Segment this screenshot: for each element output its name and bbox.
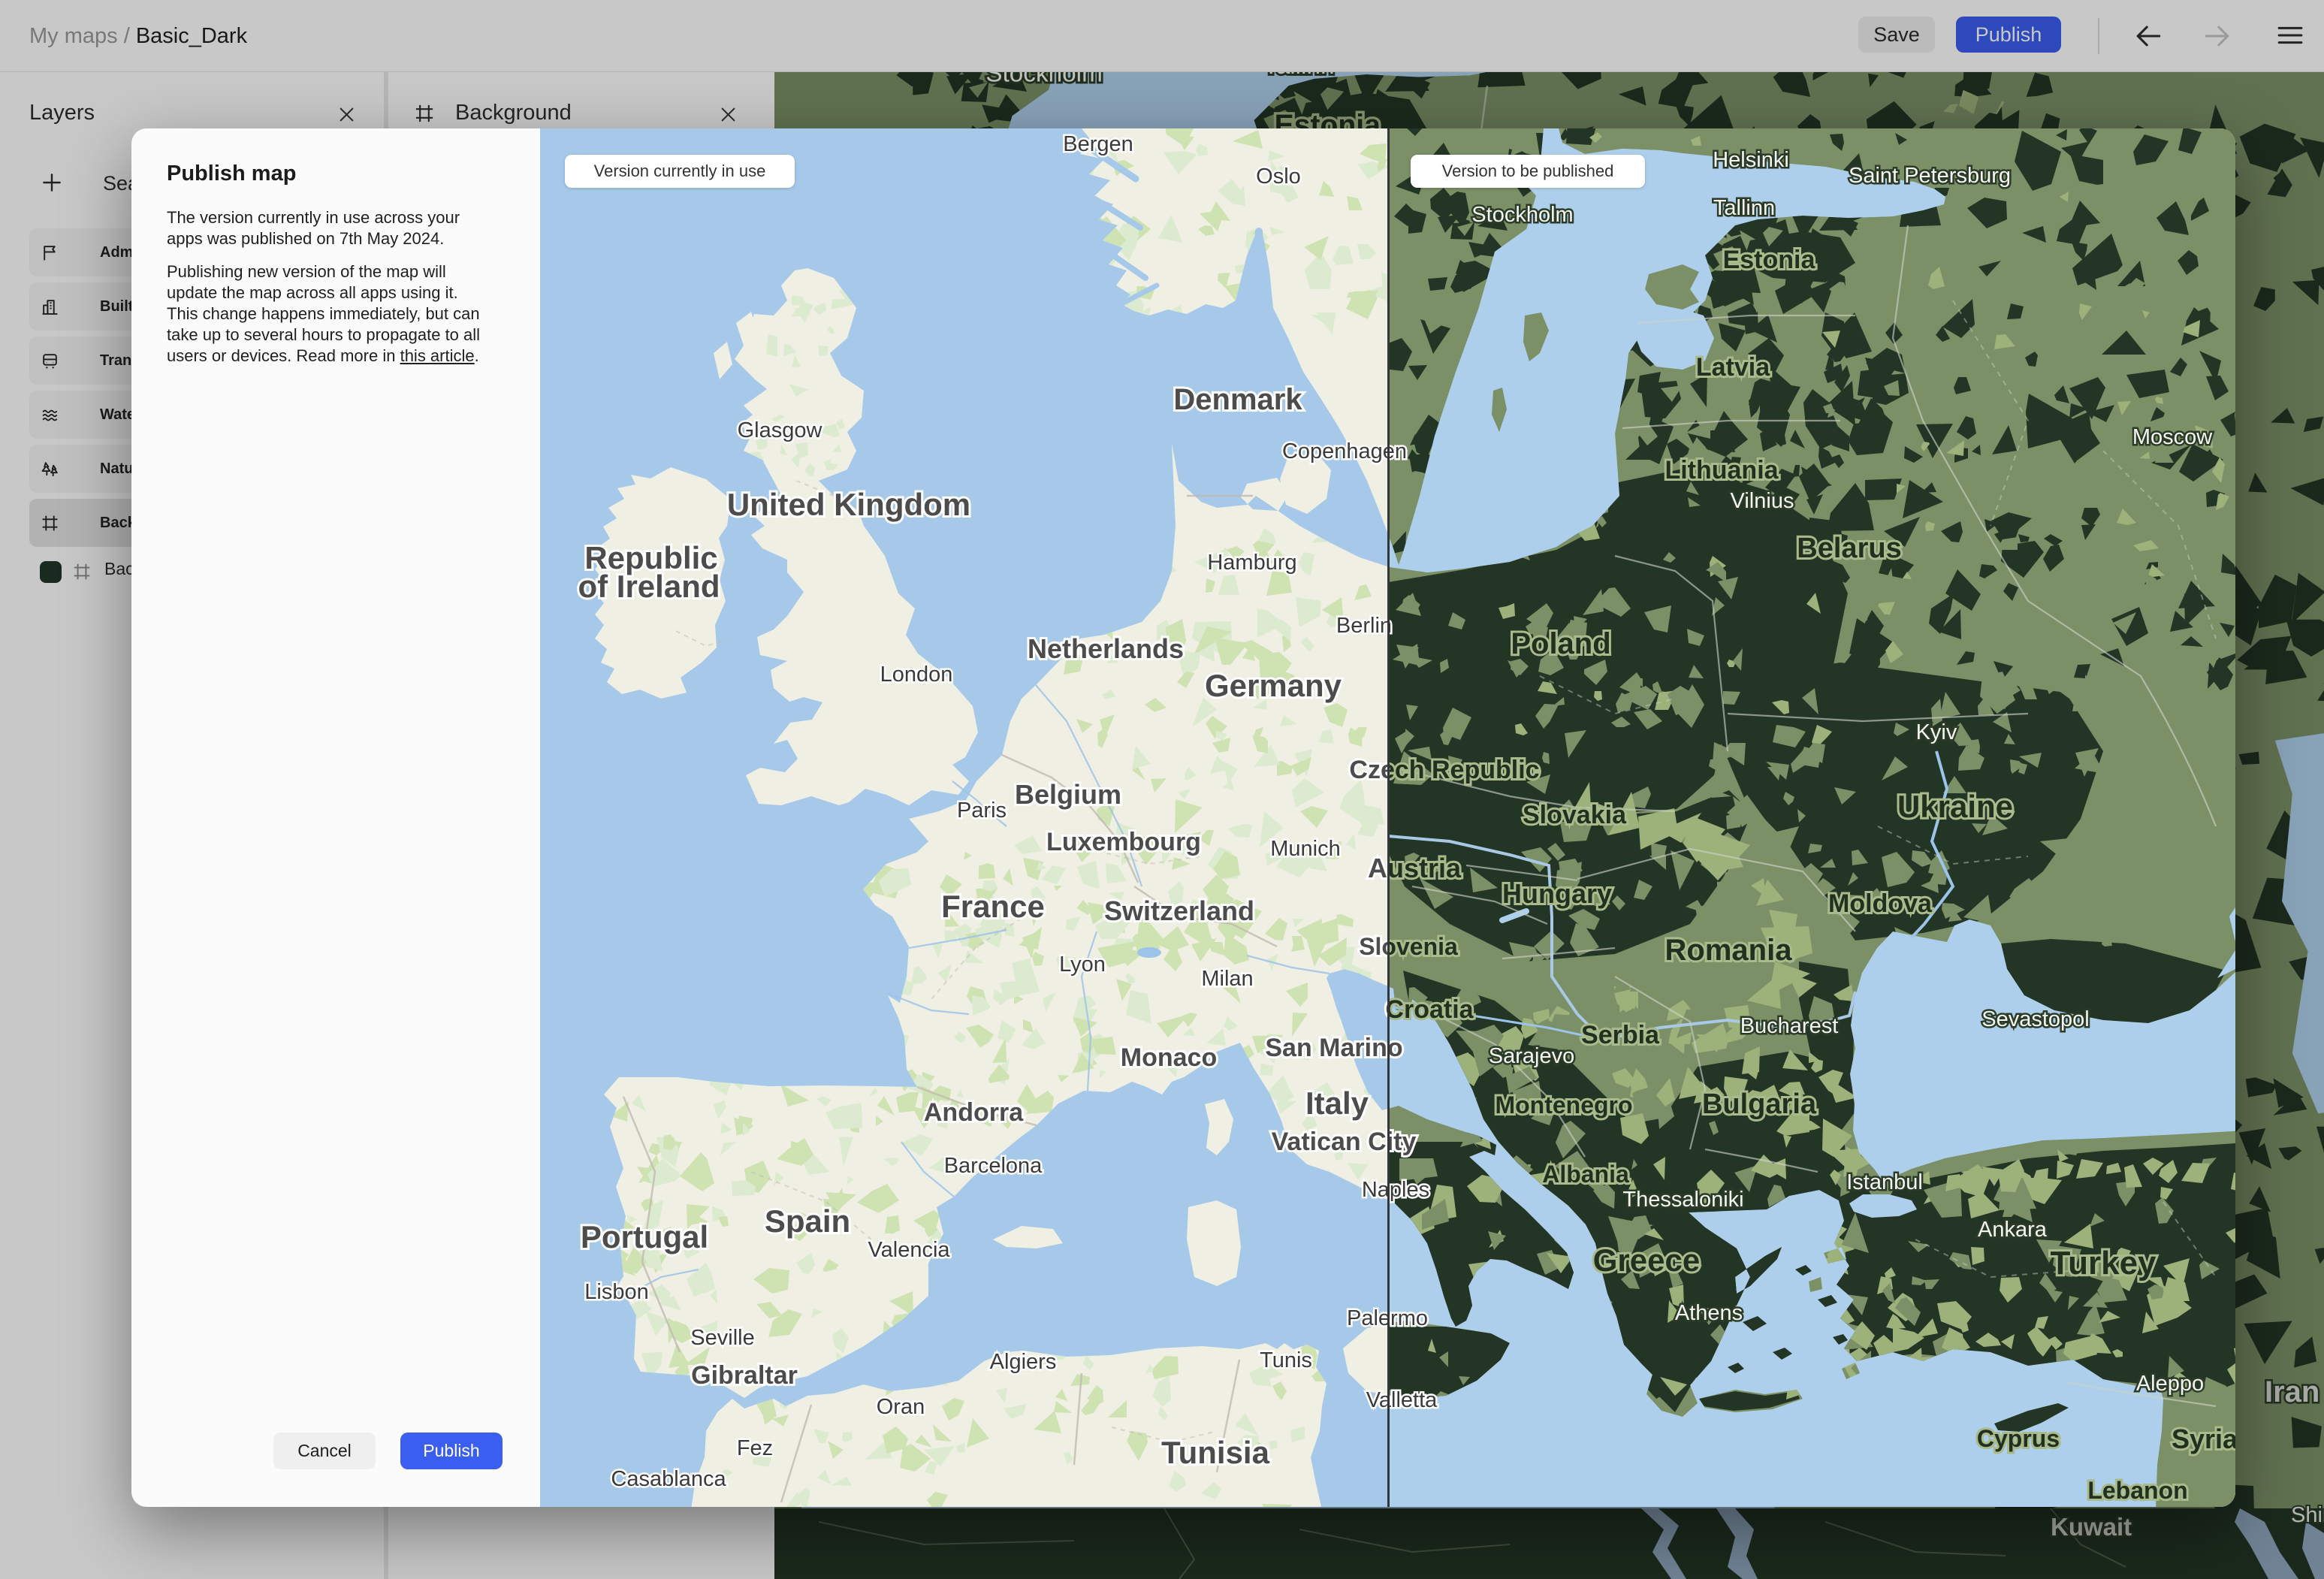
svg-text:Tallinn: Tallinn: [1713, 196, 1775, 220]
svg-text:Lisbon: Lisbon: [584, 1280, 648, 1304]
svg-text:Estonia: Estonia: [1723, 246, 1816, 274]
svg-text:Milan: Milan: [1201, 967, 1253, 991]
svg-text:Sarajevo: Sarajevo: [1489, 1044, 1574, 1068]
svg-text:Tunisia: Tunisia: [1161, 1435, 1270, 1470]
svg-text:Lebanon: Lebanon: [2087, 1477, 2187, 1504]
svg-text:Algiers: Algiers: [990, 1350, 1057, 1374]
svg-text:Thessaloniki: Thessaloniki: [1622, 1188, 1743, 1212]
svg-text:Casablanca: Casablanca: [611, 1467, 726, 1491]
svg-text:Sevastopol: Sevastopol: [1981, 1007, 2090, 1031]
svg-text:Valencia: Valencia: [868, 1238, 950, 1262]
svg-text:London: London: [880, 663, 953, 687]
svg-text:Germany: Germany: [1205, 668, 1342, 703]
svg-text:Monaco: Monaco: [1121, 1043, 1217, 1072]
svg-text:Glasgow: Glasgow: [738, 418, 823, 442]
svg-text:Aleppo: Aleppo: [2136, 1372, 2204, 1396]
svg-text:Turkey: Turkey: [2050, 1245, 2156, 1282]
svg-text:Switzerland: Switzerland: [1104, 895, 1254, 926]
svg-text:Moldova: Moldova: [1828, 889, 1933, 918]
svg-text:Fez: Fez: [737, 1436, 773, 1460]
svg-text:Bergen: Bergen: [1063, 132, 1133, 156]
svg-text:Spain: Spain: [765, 1203, 850, 1239]
svg-text:San Marino: San Marino: [1265, 1034, 1402, 1062]
svg-text:Istanbul: Istanbul: [1846, 1170, 1923, 1194]
svg-text:Gibraltar: Gibraltar: [691, 1361, 798, 1390]
svg-text:Cyprus: Cyprus: [1977, 1425, 2060, 1452]
svg-text:Ukraine: Ukraine: [1897, 789, 2013, 824]
svg-text:Kyiv: Kyiv: [1916, 720, 1957, 744]
svg-text:Albania: Albania: [1542, 1161, 1629, 1188]
svg-text:Lyon: Lyon: [1059, 953, 1106, 977]
svg-text:Luxembourg: Luxembourg: [1046, 828, 1201, 856]
svg-text:Hungary: Hungary: [1502, 878, 1612, 909]
svg-text:Denmark: Denmark: [1173, 383, 1302, 416]
svg-text:Montenegro: Montenegro: [1495, 1091, 1632, 1119]
svg-text:Barcelona: Barcelona: [944, 1154, 1043, 1178]
svg-text:Vilnius: Vilnius: [1731, 489, 1794, 513]
svg-text:Hamburg: Hamburg: [1207, 551, 1296, 575]
svg-text:Athens: Athens: [1675, 1301, 1743, 1325]
svg-text:Belarus: Belarus: [1797, 533, 1901, 564]
svg-text:of Ireland: of Ireland: [578, 569, 720, 604]
svg-text:Oran: Oran: [877, 1395, 925, 1419]
svg-text:Moscow: Moscow: [2132, 425, 2213, 449]
svg-text:Paris: Paris: [957, 799, 1007, 823]
svg-text:Belgium: Belgium: [1015, 779, 1121, 810]
svg-text:Italy: Italy: [1305, 1085, 1369, 1121]
svg-text:Croatia: Croatia: [1385, 995, 1474, 1024]
svg-text:Bucharest: Bucharest: [1740, 1014, 1839, 1038]
svg-text:Latvia: Latvia: [1696, 353, 1770, 382]
svg-text:Saint Petersburg: Saint Petersburg: [1849, 164, 2011, 188]
svg-text:Bulgaria: Bulgaria: [1702, 1088, 1817, 1120]
svg-text:Greece: Greece: [1593, 1242, 1700, 1278]
svg-text:Netherlands: Netherlands: [1028, 633, 1184, 664]
svg-text:Berlin: Berlin: [1336, 614, 1392, 638]
svg-text:United Kingdom: United Kingdom: [727, 487, 970, 522]
svg-text:Romania: Romania: [1665, 934, 1793, 967]
svg-text:Oslo: Oslo: [1256, 165, 1301, 189]
svg-text:Stockholm: Stockholm: [1471, 203, 1573, 227]
svg-text:Poland: Poland: [1511, 627, 1610, 660]
svg-text:Munich: Munich: [1270, 837, 1341, 861]
svg-text:Syria: Syria: [2172, 1424, 2235, 1454]
svg-text:Andorra: Andorra: [924, 1098, 1024, 1127]
svg-text:Lithuania: Lithuania: [1665, 456, 1779, 485]
svg-text:France: France: [941, 889, 1045, 924]
svg-text:Helsinki: Helsinki: [1713, 148, 1789, 172]
svg-text:Portugal: Portugal: [581, 1219, 708, 1254]
svg-text:Ankara: Ankara: [1978, 1218, 2048, 1242]
svg-text:Tunis: Tunis: [1260, 1348, 1312, 1372]
svg-text:Serbia: Serbia: [1581, 1021, 1660, 1049]
svg-text:Seville: Seville: [690, 1326, 754, 1350]
svg-text:Slovakia: Slovakia: [1523, 801, 1627, 829]
